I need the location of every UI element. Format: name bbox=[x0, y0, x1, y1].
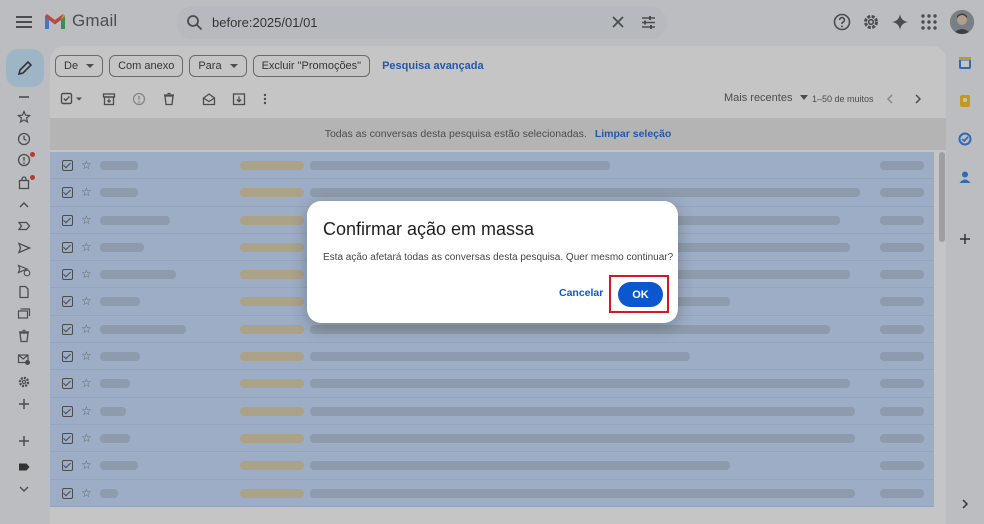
highlight-frame: OK bbox=[609, 275, 669, 313]
confirm-bulk-action-dialog: Confirmar ação em massa Esta ação afetar… bbox=[307, 201, 678, 323]
ok-button[interactable]: OK bbox=[618, 282, 663, 307]
cancel-button[interactable]: Cancelar bbox=[559, 287, 603, 299]
dialog-message: Esta ação afetará todas as conversas des… bbox=[323, 252, 674, 263]
dialog-title: Confirmar ação em massa bbox=[323, 219, 535, 239]
